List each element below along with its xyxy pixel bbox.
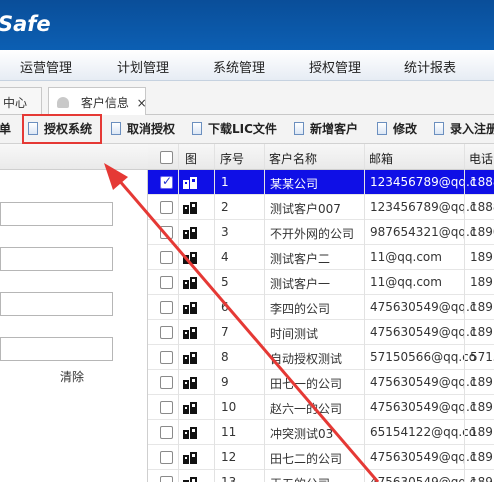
annotation-arrow [104, 163, 380, 482]
annotation-arrow-line [110, 171, 380, 482]
